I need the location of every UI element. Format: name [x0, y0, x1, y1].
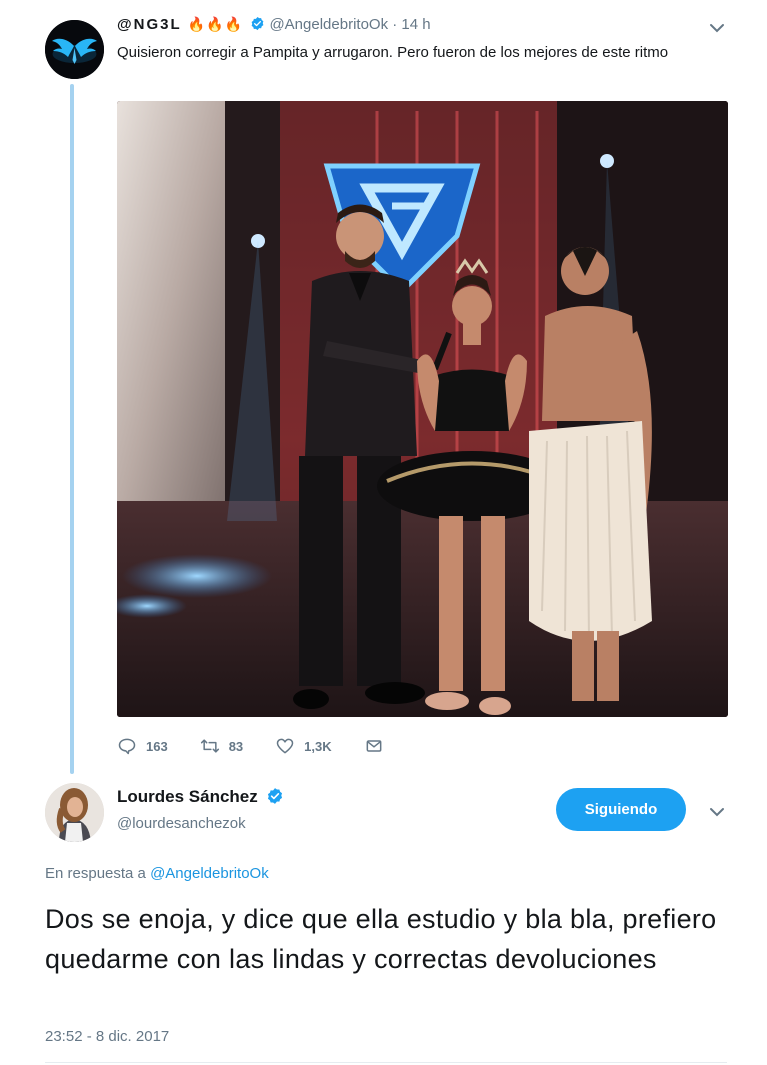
reply-icon: [118, 738, 136, 755]
dot-separator: ·: [392, 16, 398, 33]
retweet-count: 83: [228, 738, 244, 754]
tweet-timestamp[interactable]: 23:52 - 8 dic. 2017: [45, 1028, 169, 1045]
user-handle[interactable]: @lourdesanchezok: [117, 815, 246, 832]
tweet-photo[interactable]: [117, 101, 728, 717]
display-name[interactable]: @NG3L: [117, 16, 182, 33]
chevron-down-icon[interactable]: [706, 801, 728, 823]
verified-badge-icon: [267, 788, 282, 804]
profile-photo: [45, 783, 104, 842]
reply-button[interactable]: 163: [117, 736, 168, 756]
reply-prefix: En respuesta a: [45, 865, 146, 882]
display-name-text: Lourdes Sánchez: [117, 787, 258, 806]
like-button[interactable]: 1,3K: [275, 736, 332, 756]
blue-wings-logo-icon: [45, 20, 104, 79]
retweet-icon: [200, 739, 219, 753]
divider: [45, 1062, 727, 1063]
thread-line: [70, 84, 74, 774]
stage-photo-illustration: [117, 101, 728, 717]
avatar[interactable]: [45, 783, 104, 842]
fire-emoji: 🔥🔥🔥: [187, 16, 244, 32]
user-handle[interactable]: @AngeldebritoOk: [269, 16, 388, 33]
chevron-down-icon[interactable]: [706, 17, 728, 39]
tweet-text: Quisieron corregir a Pampita y arrugaron…: [117, 44, 669, 61]
reply-mention-link[interactable]: @AngeldebritoOk: [150, 865, 269, 882]
verified-badge-icon: [251, 16, 264, 31]
avatar[interactable]: [45, 20, 104, 79]
tweet-time[interactable]: 14 h: [401, 16, 430, 33]
like-count: 1,3K: [304, 738, 332, 754]
reply-count: 163: [146, 738, 168, 754]
tweet-actions: 163 83 1,3K: [117, 733, 425, 759]
message-button[interactable]: [364, 736, 393, 756]
retweet-button[interactable]: 83: [200, 736, 243, 756]
tweet-header: @NG3L 🔥🔥🔥 @AngeldebritoOk · 14 h: [117, 16, 431, 33]
tweet-text: Dos se enoja, y dice que ella estudio y …: [45, 904, 717, 974]
envelope-icon: [366, 740, 382, 752]
heart-icon: [276, 738, 294, 754]
reply-context: En respuesta a @AngeldebritoOk: [45, 865, 269, 882]
following-button[interactable]: Siguiendo: [556, 788, 686, 831]
display-name[interactable]: Lourdes Sánchez: [117, 787, 284, 807]
